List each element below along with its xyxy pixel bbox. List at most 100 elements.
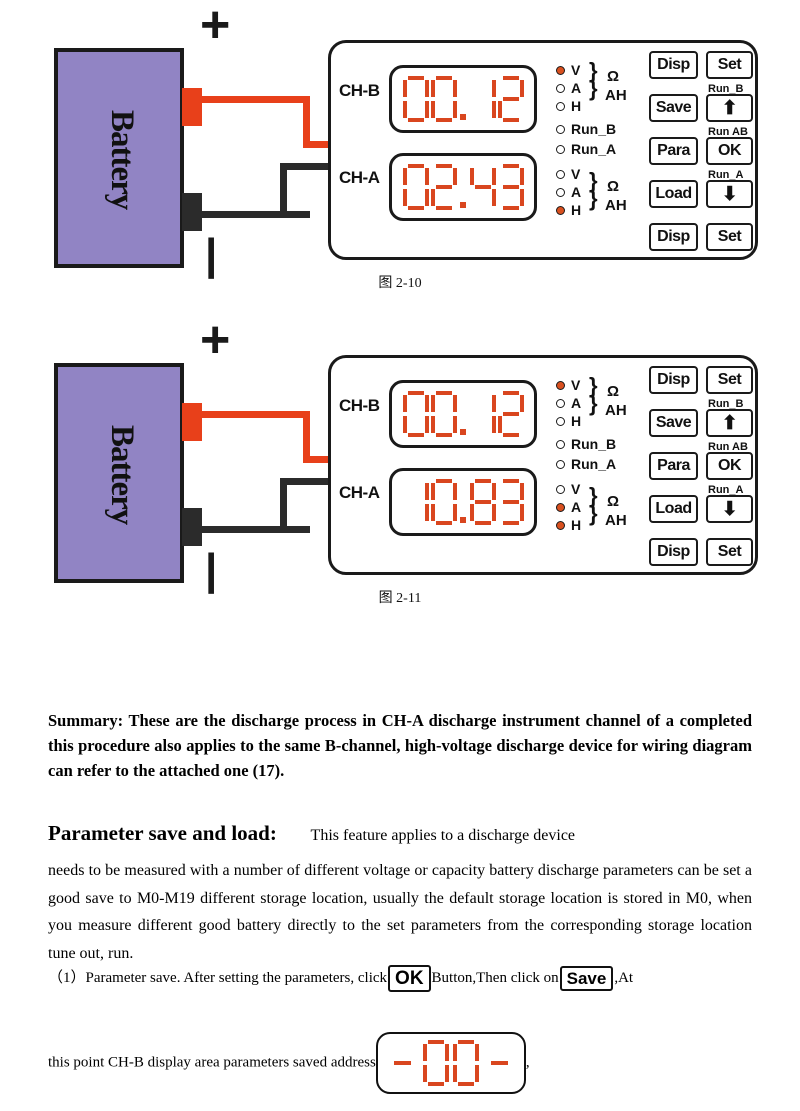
- button-disp-1[interactable]: Disp: [649, 51, 698, 79]
- led-indicator-chb-a: [556, 83, 565, 93]
- positive-sign: +: [200, 0, 231, 54]
- seven-segment-digit: [497, 391, 524, 437]
- button-ok[interactable]: OK: [706, 452, 753, 480]
- step-one-line-1: （1）Parameter save. After setting the par…: [48, 965, 752, 993]
- decimal-point: [459, 479, 468, 525]
- led-indicator-run-b: [556, 439, 565, 449]
- led-label-cha-a: A: [571, 499, 582, 515]
- figure-caption: 图 2-10: [378, 276, 422, 291]
- battery-positive-terminal: [182, 88, 202, 126]
- led-indicator-run-b: [556, 124, 565, 134]
- button-save-2[interactable]: Save: [649, 94, 698, 122]
- positive-wire-horizontal-top: [200, 411, 310, 418]
- button-para-3[interactable]: Para: [649, 452, 698, 480]
- step-one-prefix: （1）Parameter save. After setting the par…: [48, 970, 388, 986]
- button-tag-run-ab: Run AB: [708, 441, 748, 453]
- led-indicator-cha-a: [556, 502, 565, 512]
- button-load-4[interactable]: Load: [649, 495, 698, 523]
- save-button-inline[interactable]: Save: [559, 966, 614, 992]
- step-one-middle: Button,Then click on: [431, 970, 559, 986]
- battery-positive-terminal: [182, 403, 202, 441]
- led-indicator-chb-a: [556, 398, 565, 408]
- battery-negative-terminal: [182, 193, 202, 231]
- section-body: needs to be measured with a number of di…: [48, 862, 752, 962]
- display-window-ch-a: [389, 153, 537, 221]
- section-heading-tail: This feature applies to a discharge devi…: [310, 827, 576, 844]
- positive-wire-horizontal-top: [200, 96, 310, 103]
- instrument-panel: CH-B CH-A V A H Run_B Run_A V A H} Ω} AH} Ω} AH Disp Sa…: [328, 40, 758, 260]
- brace-chb-lower: }: [589, 391, 598, 416]
- led-label-run-b: Run_B: [571, 121, 617, 137]
- button-down-arrow[interactable]: ⬇: [706, 495, 753, 523]
- seven-segment-digit: [422, 1040, 449, 1087]
- led-label-cha-h: H: [571, 517, 582, 533]
- seven-segment-digit: [402, 391, 429, 437]
- display-window-ch-b: [389, 65, 537, 133]
- led-indicator-cha-h: [556, 205, 565, 215]
- brace-cha-lower: }: [589, 186, 598, 211]
- seven-segment-digit: [498, 164, 524, 210]
- decimal-point: [459, 76, 468, 122]
- button-disp-5[interactable]: Disp: [649, 538, 698, 566]
- step-one-line2-prefix: this point CH-B display area parameters …: [48, 1054, 376, 1071]
- led-indicator-cha-v: [556, 169, 565, 179]
- button-up-arrow[interactable]: ⬆: [706, 94, 753, 122]
- button-disp-5[interactable]: Disp: [649, 223, 698, 251]
- step-one-line-2: this point CH-B display area parameters …: [48, 1032, 752, 1095]
- button-save-2[interactable]: Save: [649, 409, 698, 437]
- button-set-top[interactable]: Set: [706, 366, 753, 394]
- negative-wire-horizontal-bottom: [200, 211, 310, 218]
- channel-label-ch-b: CH-B: [339, 396, 380, 415]
- led-indicator-cha-a: [556, 187, 565, 197]
- channel-label-ch-a: CH-A: [339, 168, 380, 187]
- segment-dash: [490, 1061, 508, 1066]
- button-tag-run-b: Run_B: [708, 83, 744, 95]
- unit-chb-ohm: Ω: [607, 383, 620, 400]
- instrument-panel: CH-B CH-A V A H Run_B Run_A V A H} Ω} AH} Ω} AH Disp Sa…: [328, 355, 758, 575]
- negative-wire-vertical: [280, 163, 287, 218]
- seven-segment-digit: [470, 391, 496, 437]
- led-label-run-b: Run_B: [571, 436, 617, 452]
- led-indicator-chb-h: [556, 416, 565, 426]
- negative-sign: |: [205, 230, 218, 279]
- negative-sign: |: [205, 545, 218, 594]
- section-heading: Parameter save and load:: [48, 821, 277, 845]
- arrow-down-icon: ⬇: [721, 183, 738, 205]
- battery-body: Battery: [54, 363, 184, 583]
- led-indicator-chb-v: [556, 65, 565, 75]
- button-down-arrow[interactable]: ⬇: [706, 180, 753, 208]
- seven-segment-digit: [498, 479, 524, 525]
- figure-caption: 图 2-11: [378, 591, 422, 606]
- brace-chb-lower: }: [589, 76, 598, 101]
- led-row-run-a: Run_A: [556, 140, 616, 158]
- step-one-block: （1）Parameter save. After setting the par…: [48, 965, 752, 1095]
- button-set-top[interactable]: Set: [706, 51, 753, 79]
- figure-2-10: Battery + | CH-B CH-A V A H Run_B Run_A V A H} Ω} AH} Ω…: [0, 0, 800, 315]
- seven-segment-digit: [469, 164, 496, 210]
- button-set-bottom[interactable]: Set: [706, 538, 753, 566]
- ok-button-inline[interactable]: OK: [388, 965, 431, 993]
- led-label-chb-h: H: [571, 98, 582, 114]
- button-ok[interactable]: OK: [706, 137, 753, 165]
- step-one-line2-suffix: ,: [525, 1054, 530, 1071]
- figure-2-11: Battery + | CH-B CH-A V A H Run_B Run_A V A H} Ω} AH} Ω…: [0, 314, 800, 630]
- led-label-chb-h: H: [571, 413, 582, 429]
- chb-saved-address-display: [375, 1032, 526, 1095]
- section-heading-line: Parameter save and load: This feature ap…: [48, 820, 752, 849]
- button-up-arrow[interactable]: ⬆: [706, 409, 753, 437]
- led-indicator-chb-h: [556, 101, 565, 111]
- led-indicator-cha-h: [556, 520, 565, 530]
- seven-segment-digit: [497, 76, 524, 122]
- button-load-4[interactable]: Load: [649, 180, 698, 208]
- display-window-ch-b: [389, 380, 537, 448]
- battery-label: Battery: [104, 425, 140, 525]
- button-para-3[interactable]: Para: [649, 137, 698, 165]
- unit-chb-ah: AH: [605, 402, 627, 419]
- decimal-point: [459, 164, 468, 210]
- button-disp-1[interactable]: Disp: [649, 366, 698, 394]
- button-set-bottom[interactable]: Set: [706, 223, 753, 251]
- seven-segment-digit: [469, 479, 496, 525]
- unit-chb-ohm: Ω: [607, 68, 620, 85]
- led-label-chb-a: A: [571, 80, 582, 96]
- led-label-chb-v: V: [571, 62, 581, 78]
